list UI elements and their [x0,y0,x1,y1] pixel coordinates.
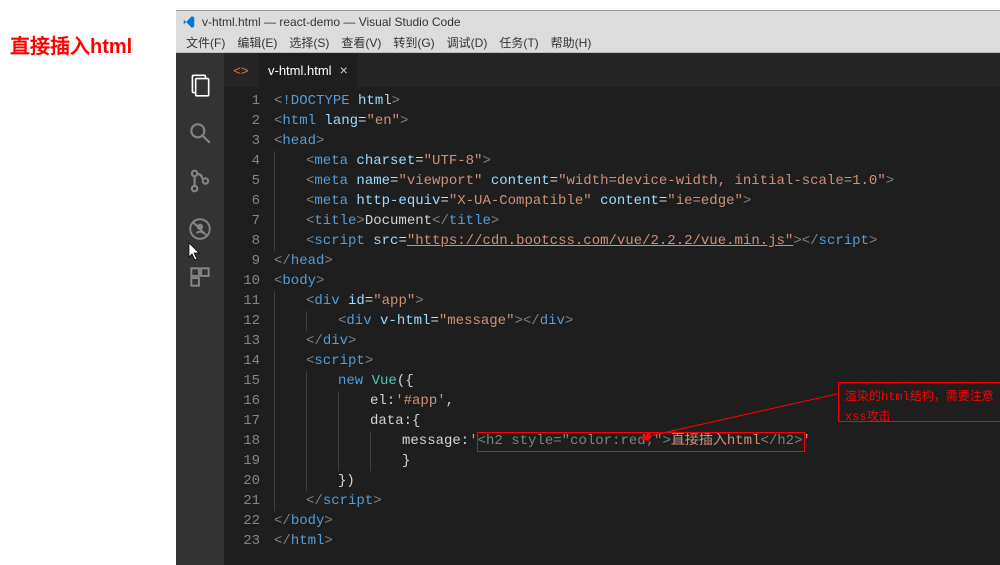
code-line[interactable]: </html> [274,531,1000,551]
code-line[interactable]: } [274,451,1000,471]
line-number: 17 [224,411,260,431]
menu-debug[interactable]: 调试(D) [441,34,494,51]
code-line[interactable]: <html lang="en"> [274,111,1000,131]
line-number: 19 [224,451,260,471]
code-line[interactable]: <meta http-equiv="X-UA-Compatible" conte… [274,191,1000,211]
explorer-icon[interactable] [176,61,224,109]
line-number: 14 [224,351,260,371]
line-number: 20 [224,471,260,491]
code-line[interactable]: </script> [274,491,1000,511]
menu-file[interactable]: 文件(F) [180,34,231,51]
menu-select[interactable]: 选择(S) [283,34,335,51]
annotation-note: 渲染的html结构，需要注意xss攻击 [838,382,1000,422]
activity-bar [176,53,224,565]
line-number: 21 [224,491,260,511]
page-heading: 直接插入html [10,30,132,59]
line-number: 6 [224,191,260,211]
menu-goto[interactable]: 转到(G) [387,34,440,51]
line-number: 15 [224,371,260,391]
line-number: 1 [224,91,260,111]
search-icon[interactable] [176,109,224,157]
tab-vhtml[interactable]: v-html.html × [258,53,359,87]
menu-bar: 文件(F) 编辑(E) 选择(S) 查看(V) 转到(G) 调试(D) 任务(T… [176,33,1000,53]
code-line[interactable]: <meta name="viewport" content="width=dev… [274,171,1000,191]
line-number: 12 [224,311,260,331]
code-line[interactable]: </body> [274,511,1000,531]
editor-area: <> v-html.html × 12345678910111213141516… [224,53,1000,565]
line-number: 13 [224,331,260,351]
code-line[interactable]: <title>Document</title> [274,211,1000,231]
code-line[interactable]: <body> [274,271,1000,291]
code-line[interactable]: <meta charset="UTF-8"> [274,151,1000,171]
line-number: 8 [224,231,260,251]
code-line[interactable]: }) [274,471,1000,491]
code-line[interactable]: <script> [274,351,1000,371]
line-number: 2 [224,111,260,131]
tab-label: v-html.html [268,63,332,78]
code-line[interactable]: <div id="app"> [274,291,1000,311]
menu-view[interactable]: 查看(V) [335,34,387,51]
code-line[interactable]: <script src="https://cdn.bootcss.com/vue… [274,231,1000,251]
line-number: 22 [224,511,260,531]
line-number: 11 [224,291,260,311]
source-control-icon[interactable] [176,157,224,205]
line-number: 10 [224,271,260,291]
menu-tasks[interactable]: 任务(T) [493,34,544,51]
line-number: 9 [224,251,260,271]
code-line[interactable]: <head> [274,131,1000,151]
code-line[interactable]: </head> [274,251,1000,271]
title-bar: v-html.html — react-demo — Visual Studio… [176,11,1000,33]
code-line[interactable]: </div> [274,331,1000,351]
code-line[interactable]: <!DOCTYPE html> [274,91,1000,111]
line-number: 18 [224,431,260,451]
code-content[interactable]: <!DOCTYPE html><html lang="en"><head><me… [274,87,1000,565]
vscode-window: v-html.html — react-demo — Visual Studio… [176,10,1000,565]
menu-edit[interactable]: 编辑(E) [231,34,283,51]
line-gutter: 1234567891011121314151617181920212223 [224,87,274,565]
window-title: v-html.html — react-demo — Visual Studio… [202,15,461,29]
menu-help[interactable]: 帮助(H) [545,34,598,51]
code-line[interactable]: <div v-html="message"></div> [274,311,1000,331]
line-number: 16 [224,391,260,411]
line-number: 5 [224,171,260,191]
close-icon[interactable]: × [340,62,348,78]
vscode-logo-icon [181,14,197,30]
line-number: 3 [224,131,260,151]
line-number: 23 [224,531,260,551]
mouse-cursor-icon [186,241,204,266]
line-number: 7 [224,211,260,231]
line-number: 4 [224,151,260,171]
tab-file-icon: <> [224,53,258,87]
highlight-box-code [477,432,805,452]
code-editor[interactable]: 1234567891011121314151617181920212223 <!… [224,87,1000,565]
tab-bar: <> v-html.html × [224,53,1000,87]
